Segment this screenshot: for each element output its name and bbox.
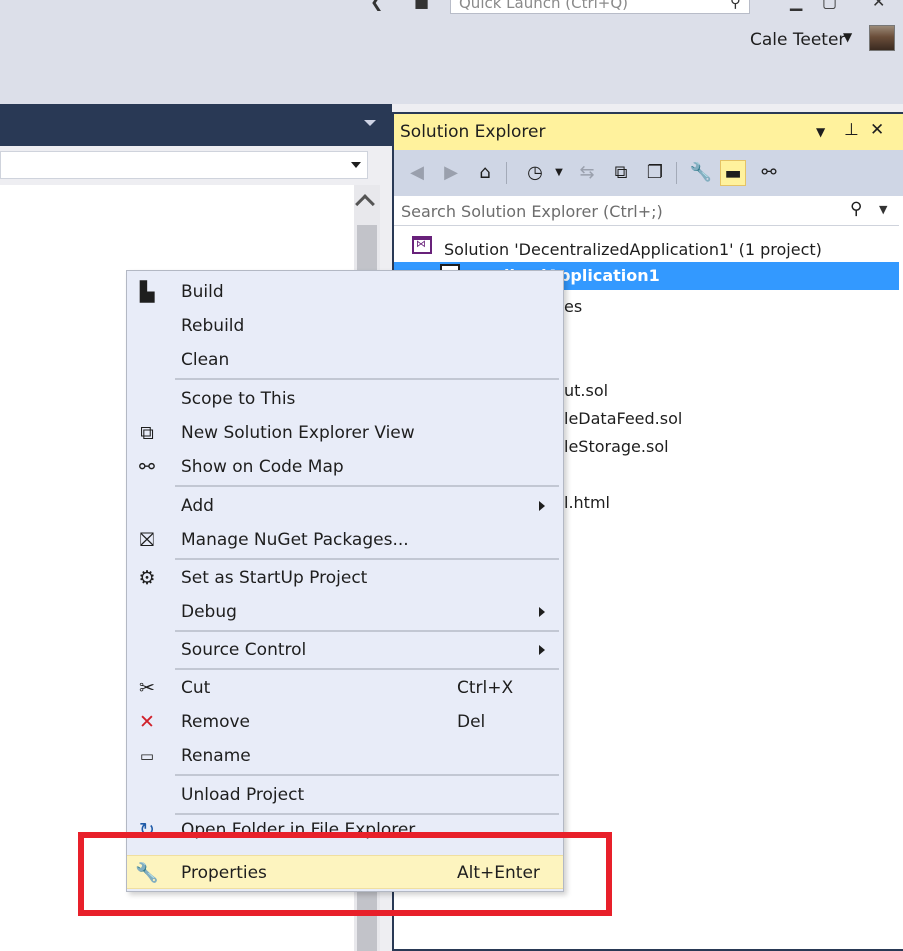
menu-item-source-control[interactable]: Source Control xyxy=(127,633,563,667)
menu-item-unload-project[interactable]: Unload Project xyxy=(127,778,563,812)
menu-item-debug[interactable]: Debug xyxy=(127,595,563,629)
preview-selected-icon[interactable]: ▬ xyxy=(720,160,746,186)
solution-explorer-search-input[interactable]: Search Solution Explorer (Ctrl+;) ⚲ ▼ xyxy=(394,196,899,226)
tree-item[interactable]: l.html xyxy=(564,493,610,512)
tree-item[interactable]: ut.sol xyxy=(564,381,608,400)
menu-separator xyxy=(175,774,559,776)
document-tab-well xyxy=(0,104,392,146)
menu-separator xyxy=(175,668,559,670)
solution-explorer-toolbar: ◀ ▶ ⌂ ◷ ▼ ⇆ ⧉ ❐ 🔧 ▬ ⚯ xyxy=(394,150,903,196)
menu-item-build[interactable]: ▙ Build xyxy=(127,275,563,309)
feedback-icon[interactable]: ■ xyxy=(414,0,429,11)
menu-item-add[interactable]: Add xyxy=(127,489,563,523)
annotation-highlight-box xyxy=(78,832,612,916)
menu-item-label: Remove xyxy=(181,712,250,732)
menu-item-label: Add xyxy=(181,496,214,516)
scroll-up-icon[interactable] xyxy=(355,194,375,214)
toolbar-separator xyxy=(676,162,677,184)
search-icon: ⚲ xyxy=(730,0,741,11)
tree-item[interactable]: es xyxy=(564,297,582,316)
menu-item-cut[interactable]: ✂ Cut Ctrl+X xyxy=(127,671,563,705)
menu-item-shortcut: Del xyxy=(457,712,486,732)
collapse-all-icon[interactable]: ⧉ xyxy=(608,160,634,186)
menu-item-label: Unload Project xyxy=(181,785,305,805)
avatar[interactable] xyxy=(869,25,895,51)
close-icon[interactable]: ✕ xyxy=(870,120,884,140)
pin-icon[interactable]: ⊥ xyxy=(844,120,859,140)
chevron-down-icon[interactable]: ▼ xyxy=(816,125,825,139)
menu-item-label: Debug xyxy=(181,602,237,622)
search-placeholder: Search Solution Explorer (Ctrl+;) xyxy=(401,202,663,221)
toolbar-separator xyxy=(506,162,507,184)
tree-item-solution[interactable]: Solution 'DecentralizedApplication1' (1 … xyxy=(444,240,822,259)
code-map-icon: ⚯ xyxy=(139,456,155,478)
navigation-dropdown[interactable] xyxy=(0,151,368,179)
menu-item-label: Build xyxy=(181,282,224,302)
menu-item-label: Source Control xyxy=(181,640,307,660)
submenu-arrow-icon xyxy=(539,645,545,655)
submenu-arrow-icon xyxy=(539,501,545,511)
panel-title: Solution Explorer xyxy=(400,122,546,142)
context-menu: ▙ Build Rebuild Clean Scope to This ⧉ Ne… xyxy=(126,270,564,892)
menu-item-rebuild[interactable]: Rebuild xyxy=(127,309,563,343)
tab-list-dropdown-icon[interactable] xyxy=(364,120,376,126)
user-name[interactable]: Cale Teeter xyxy=(750,30,845,50)
solution-explorer-titlebar: Solution Explorer ▼ ⊥ ✕ xyxy=(394,114,903,150)
menu-item-label: Cut xyxy=(181,678,211,698)
quick-launch-placeholder: Quick Launch (Ctrl+Q) xyxy=(459,0,629,12)
maximize-icon[interactable]: ▢ xyxy=(822,0,837,11)
tree-item[interactable]: leDataFeed.sol xyxy=(564,409,682,428)
menu-item-label: Show on Code Map xyxy=(181,457,344,477)
menu-item-remove[interactable]: ✕ Remove Del xyxy=(127,705,563,739)
menu-item-label: Clean xyxy=(181,350,230,370)
sync-icon[interactable]: ⇆ xyxy=(574,160,600,186)
menu-item-new-solution-explorer-view[interactable]: ⧉ New Solution Explorer View xyxy=(127,416,563,450)
menu-item-shortcut: Ctrl+X xyxy=(457,678,514,698)
menu-item-scope-to-this[interactable]: Scope to This xyxy=(127,382,563,416)
minimize-icon[interactable]: ▁ xyxy=(790,0,802,11)
close-window-icon[interactable]: ✕ xyxy=(872,0,885,11)
chevron-down-icon xyxy=(351,162,361,168)
menu-item-label: Set as StartUp Project xyxy=(181,568,368,588)
back-icon[interactable]: ◀ xyxy=(404,160,430,186)
build-icon: ▙ xyxy=(139,281,155,303)
show-all-files-icon[interactable]: ❐ xyxy=(642,160,668,186)
chevron-down-icon[interactable]: ▼ xyxy=(546,160,572,186)
code-map-icon[interactable]: ⚯ xyxy=(756,160,782,186)
chevron-down-icon[interactable]: ▼ xyxy=(879,203,887,216)
remove-x-icon: ✕ xyxy=(139,711,155,733)
menu-item-label: Manage NuGet Packages... xyxy=(181,530,409,550)
menu-item-clean[interactable]: Clean xyxy=(127,343,563,377)
search-icon[interactable]: ⚲ xyxy=(850,199,862,219)
menu-separator xyxy=(175,558,559,560)
rename-icon: ▭ xyxy=(139,747,155,765)
tree-item[interactable]: leStorage.sol xyxy=(564,437,669,456)
pending-changes-filter-icon[interactable]: ◷ xyxy=(522,160,548,186)
scissors-icon: ✂ xyxy=(139,677,155,699)
menu-item-set-startup[interactable]: ⚙ Set as StartUp Project xyxy=(127,561,563,595)
menu-item-manage-nuget[interactable]: ⛝ Manage NuGet Packages... xyxy=(127,523,563,557)
menu-separator xyxy=(175,378,559,380)
menu-item-rename[interactable]: ▭ Rename xyxy=(127,739,563,773)
menu-item-label: Rename xyxy=(181,746,251,766)
chevron-down-icon[interactable]: ▼ xyxy=(843,30,852,44)
menu-separator xyxy=(175,813,559,815)
gear-icon: ⚙ xyxy=(138,567,156,589)
home-icon[interactable]: ⌂ xyxy=(472,160,498,186)
menu-item-show-on-code-map[interactable]: ⚯ Show on Code Map xyxy=(127,450,563,484)
chevron-left-icon[interactable]: ❮ xyxy=(370,0,383,11)
menu-item-label: Scope to This xyxy=(181,389,296,409)
wrench-icon[interactable]: 🔧 xyxy=(688,160,714,186)
submenu-arrow-icon xyxy=(539,607,545,617)
menu-separator xyxy=(175,630,559,632)
new-view-icon: ⧉ xyxy=(140,422,154,444)
title-bar: ❮ ■ Quick Launch (Ctrl+Q) ⚲ ▁ ▢ ✕ Cale T… xyxy=(0,0,903,104)
menu-item-label: Rebuild xyxy=(181,316,245,336)
solution-icon: ⋈ xyxy=(412,236,432,254)
menu-separator xyxy=(175,485,559,487)
forward-icon[interactable]: ▶ xyxy=(438,160,464,186)
nuget-icon: ⛝ xyxy=(139,529,155,551)
quick-launch-input[interactable]: Quick Launch (Ctrl+Q) ⚲ xyxy=(450,0,750,14)
menu-item-label: New Solution Explorer View xyxy=(181,423,415,443)
